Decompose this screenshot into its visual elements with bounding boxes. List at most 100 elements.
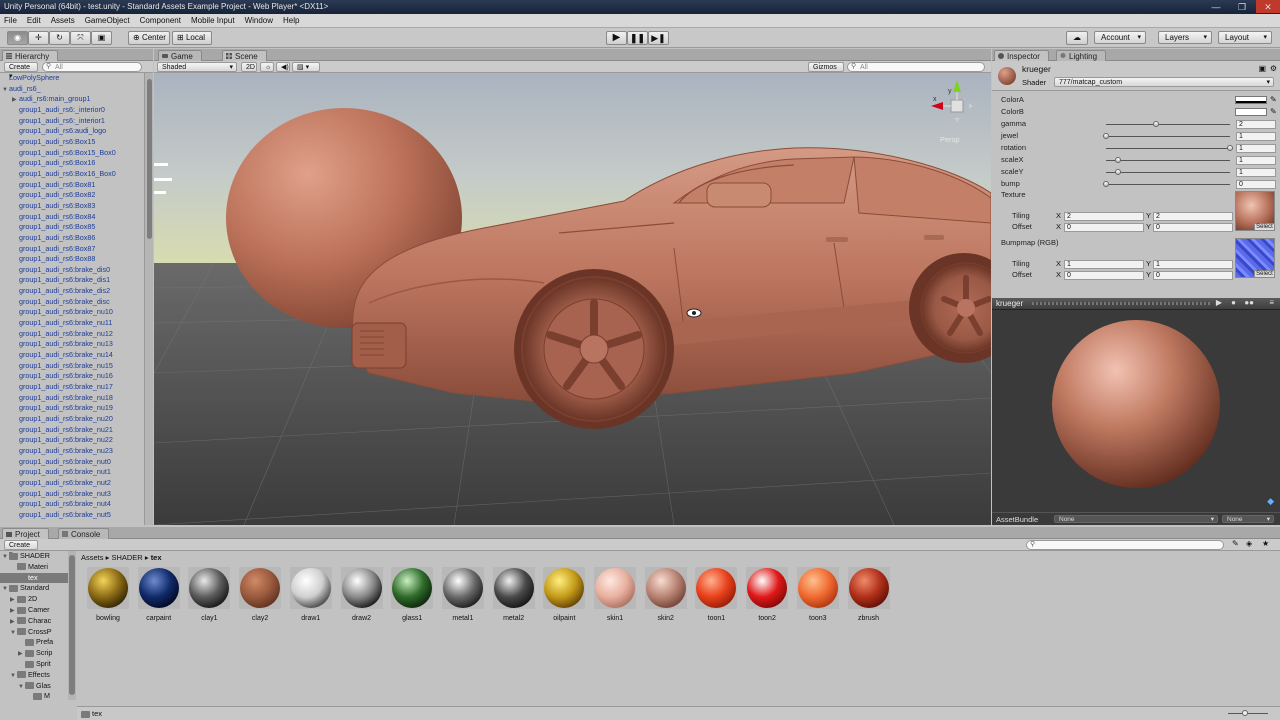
hierarchy-search-input[interactable]: All	[42, 62, 142, 72]
hierarchy-item[interactable]: LowPolySphere	[0, 73, 144, 84]
tree-arrow-icon[interactable]: ▶	[10, 617, 17, 628]
hierarchy-item[interactable]: group1_audi_rs6:brake_nu15	[0, 361, 144, 372]
hierarchy-item[interactable]: group1_audi_rs6:brake_nu19	[0, 403, 144, 414]
color-swatch[interactable]	[1235, 96, 1267, 104]
effects-dropdown[interactable]: ▨ ▾	[292, 62, 320, 72]
material-asset-item[interactable]: skin2	[644, 567, 688, 622]
hierarchy-item[interactable]: ▼audi_rs6_	[0, 84, 144, 95]
hierarchy-item[interactable]: group1_audi_rs6:Box16	[0, 158, 144, 169]
minimize-button[interactable]: —	[1204, 0, 1228, 13]
menu-mobile-input[interactable]: Mobile Input	[191, 16, 235, 25]
folder-tree-item[interactable]: ▼ CrossP	[0, 627, 76, 638]
hierarchy-item[interactable]: group1_audi_rs6:brake_nu11	[0, 318, 144, 329]
breadcrumb-assets[interactable]: Assets	[81, 553, 104, 562]
filter-type-icon[interactable]: ✎	[1232, 539, 1239, 548]
hierarchy-item[interactable]: ▶ audi_rs6:main_group1	[0, 94, 144, 105]
tab-project[interactable]: Project	[2, 528, 49, 539]
hierarchy-item[interactable]: group1_audi_rs6:brake_disc	[0, 297, 144, 308]
assetbundle-variant-dropdown[interactable]: None ▾	[1222, 515, 1274, 523]
menu-file[interactable]: File	[4, 16, 17, 25]
hierarchy-item[interactable]: group1_audi_rs6:Box16_Box0	[0, 169, 144, 180]
close-button[interactable]: ✕	[1256, 0, 1280, 13]
assetbundle-dropdown[interactable]: None ▾	[1054, 515, 1218, 523]
tab-inspector[interactable]: Inspector	[994, 50, 1049, 61]
menu-window[interactable]: Window	[245, 16, 273, 25]
slider-knob[interactable]	[1227, 145, 1233, 151]
folder-tree-item[interactable]: ▼ SHADER	[0, 551, 76, 562]
hierarchy-item[interactable]: group1_audi_rs6:Box85	[0, 222, 144, 233]
folder-tree-item[interactable]: ▶ Camer	[0, 605, 76, 616]
bumpmap-tiling-x-field[interactable]: 1	[1064, 260, 1144, 269]
property-value-field[interactable]: 1	[1236, 168, 1276, 177]
hierarchy-item[interactable]: group1_audi_rs6:brake_nut0	[0, 457, 144, 468]
slider-knob[interactable]	[1115, 157, 1122, 163]
eyedropper-icon[interactable]: ✎	[1270, 94, 1277, 106]
hierarchy-item[interactable]: group1_audi_rs6:brake_nu14	[0, 350, 144, 361]
material-asset-item[interactable]: toon3	[796, 567, 840, 622]
bumpmap-offset-y-field[interactable]: 0	[1153, 271, 1233, 280]
hierarchy-item[interactable]: group1_audi_rs6:brake_nu23	[0, 446, 144, 457]
hierarchy-item[interactable]: group1_audi_rs6:brake_dis2	[0, 286, 144, 297]
hierarchy-item[interactable]: group1_audi_rs6:_interior1	[0, 116, 144, 127]
hierarchy-scroll-thumb[interactable]	[147, 79, 152, 239]
menu-component[interactable]: Component	[140, 16, 181, 25]
slider-track[interactable]	[1106, 124, 1230, 125]
material-asset-item[interactable]: clay2	[238, 567, 282, 622]
account-dropdown[interactable]: Account	[1094, 31, 1146, 44]
bumpmap-thumbnail[interactable]: Select	[1235, 238, 1275, 278]
maximize-button[interactable]: ❐	[1230, 0, 1254, 13]
preview-menu-icon[interactable]: ≡	[1269, 298, 1274, 307]
slider-knob[interactable]	[1115, 169, 1122, 175]
hierarchy-item[interactable]: group1_audi_rs6:Box82	[0, 190, 144, 201]
hierarchy-item[interactable]: group1_audi_rs6:brake_nut5	[0, 510, 144, 521]
layout-dropdown[interactable]: Layout	[1218, 31, 1272, 44]
material-asset-item[interactable]: oilpaint	[542, 567, 586, 622]
hierarchy-item[interactable]: group1_audi_rs6:brake_nu16	[0, 371, 144, 382]
hierarchy-item[interactable]: group1_audi_rs6:brake_nut3	[0, 489, 144, 500]
folder-tree-item[interactable]: Prefa	[0, 637, 76, 648]
folder-tree-item[interactable]: Materi	[0, 562, 76, 573]
hierarchy-item[interactable]: group1_audi_rs6:brake_nu22	[0, 435, 144, 446]
hierarchy-scrollbar[interactable]	[144, 73, 153, 525]
texture-thumbnail[interactable]: Select	[1235, 191, 1275, 231]
property-value-field[interactable]: 1	[1236, 132, 1276, 141]
material-asset-item[interactable]: metal1	[441, 567, 485, 622]
material-asset-item[interactable]: draw2	[340, 567, 384, 622]
hand-tool-button[interactable]: ◉	[7, 31, 28, 45]
project-create-dropdown[interactable]: Create ▾	[4, 540, 38, 558]
project-search-input[interactable]	[1026, 540, 1224, 550]
hierarchy-item[interactable]: group1_audi_rs6:_interior0	[0, 105, 144, 116]
hierarchy-item[interactable]: group1_audi_rs6:Box83	[0, 201, 144, 212]
rect-tool-button[interactable]: ▣	[91, 31, 112, 45]
slider-track[interactable]	[1106, 148, 1230, 149]
hierarchy-item[interactable]: group1_audi_rs6:brake_nu20	[0, 414, 144, 425]
preview-play-icon[interactable]: ▶	[1216, 298, 1222, 307]
hierarchy-item[interactable]: group1_audi_rs6:brake_nut4	[0, 499, 144, 510]
tree-arrow-icon[interactable]: ▼	[10, 628, 17, 639]
breadcrumb-shader[interactable]: SHADER	[111, 553, 142, 562]
hierarchy-item[interactable]: group1_audi_rs6:audi_logo	[0, 126, 144, 137]
hierarchy-item[interactable]: group1_audi_rs6:brake_nu12	[0, 329, 144, 340]
folder-tree-item[interactable]: ▼ Glas	[0, 681, 76, 692]
lighting-toggle[interactable]: ☼	[260, 62, 274, 72]
menu-assets[interactable]: Assets	[51, 16, 75, 25]
tree-arrow-icon[interactable]: ▼	[10, 671, 17, 682]
gizmos-dropdown[interactable]: Gizmos ▾	[808, 62, 844, 80]
folder-tree-item[interactable]: ▶ Charac	[0, 616, 76, 627]
tree-arrow-icon[interactable]: ▼	[18, 682, 25, 693]
preview-sphere-icon[interactable]: ●	[1231, 298, 1236, 307]
property-value-field[interactable]: 1	[1236, 144, 1276, 153]
mode-2d-toggle[interactable]: 2D	[241, 62, 257, 72]
hierarchy-item[interactable]: group1_audi_rs6:brake_nu13	[0, 339, 144, 350]
material-asset-item[interactable]: draw1	[289, 567, 333, 622]
expand-arrow-icon[interactable]: ▼	[2, 85, 9, 96]
property-value-field[interactable]: 2	[1236, 120, 1276, 129]
scene-search-input[interactable]: All	[847, 62, 985, 72]
folder-tree-item[interactable]: M	[0, 691, 76, 702]
settings-icon[interactable]: ▣	[1258, 64, 1266, 73]
menu-edit[interactable]: Edit	[27, 16, 41, 25]
thumbnail-size-knob[interactable]	[1242, 710, 1248, 716]
project-tree-scrollbar[interactable]	[68, 551, 76, 700]
bumpmap-select-button[interactable]: Select	[1254, 270, 1274, 277]
step-button[interactable]: ▶❚	[648, 31, 669, 45]
